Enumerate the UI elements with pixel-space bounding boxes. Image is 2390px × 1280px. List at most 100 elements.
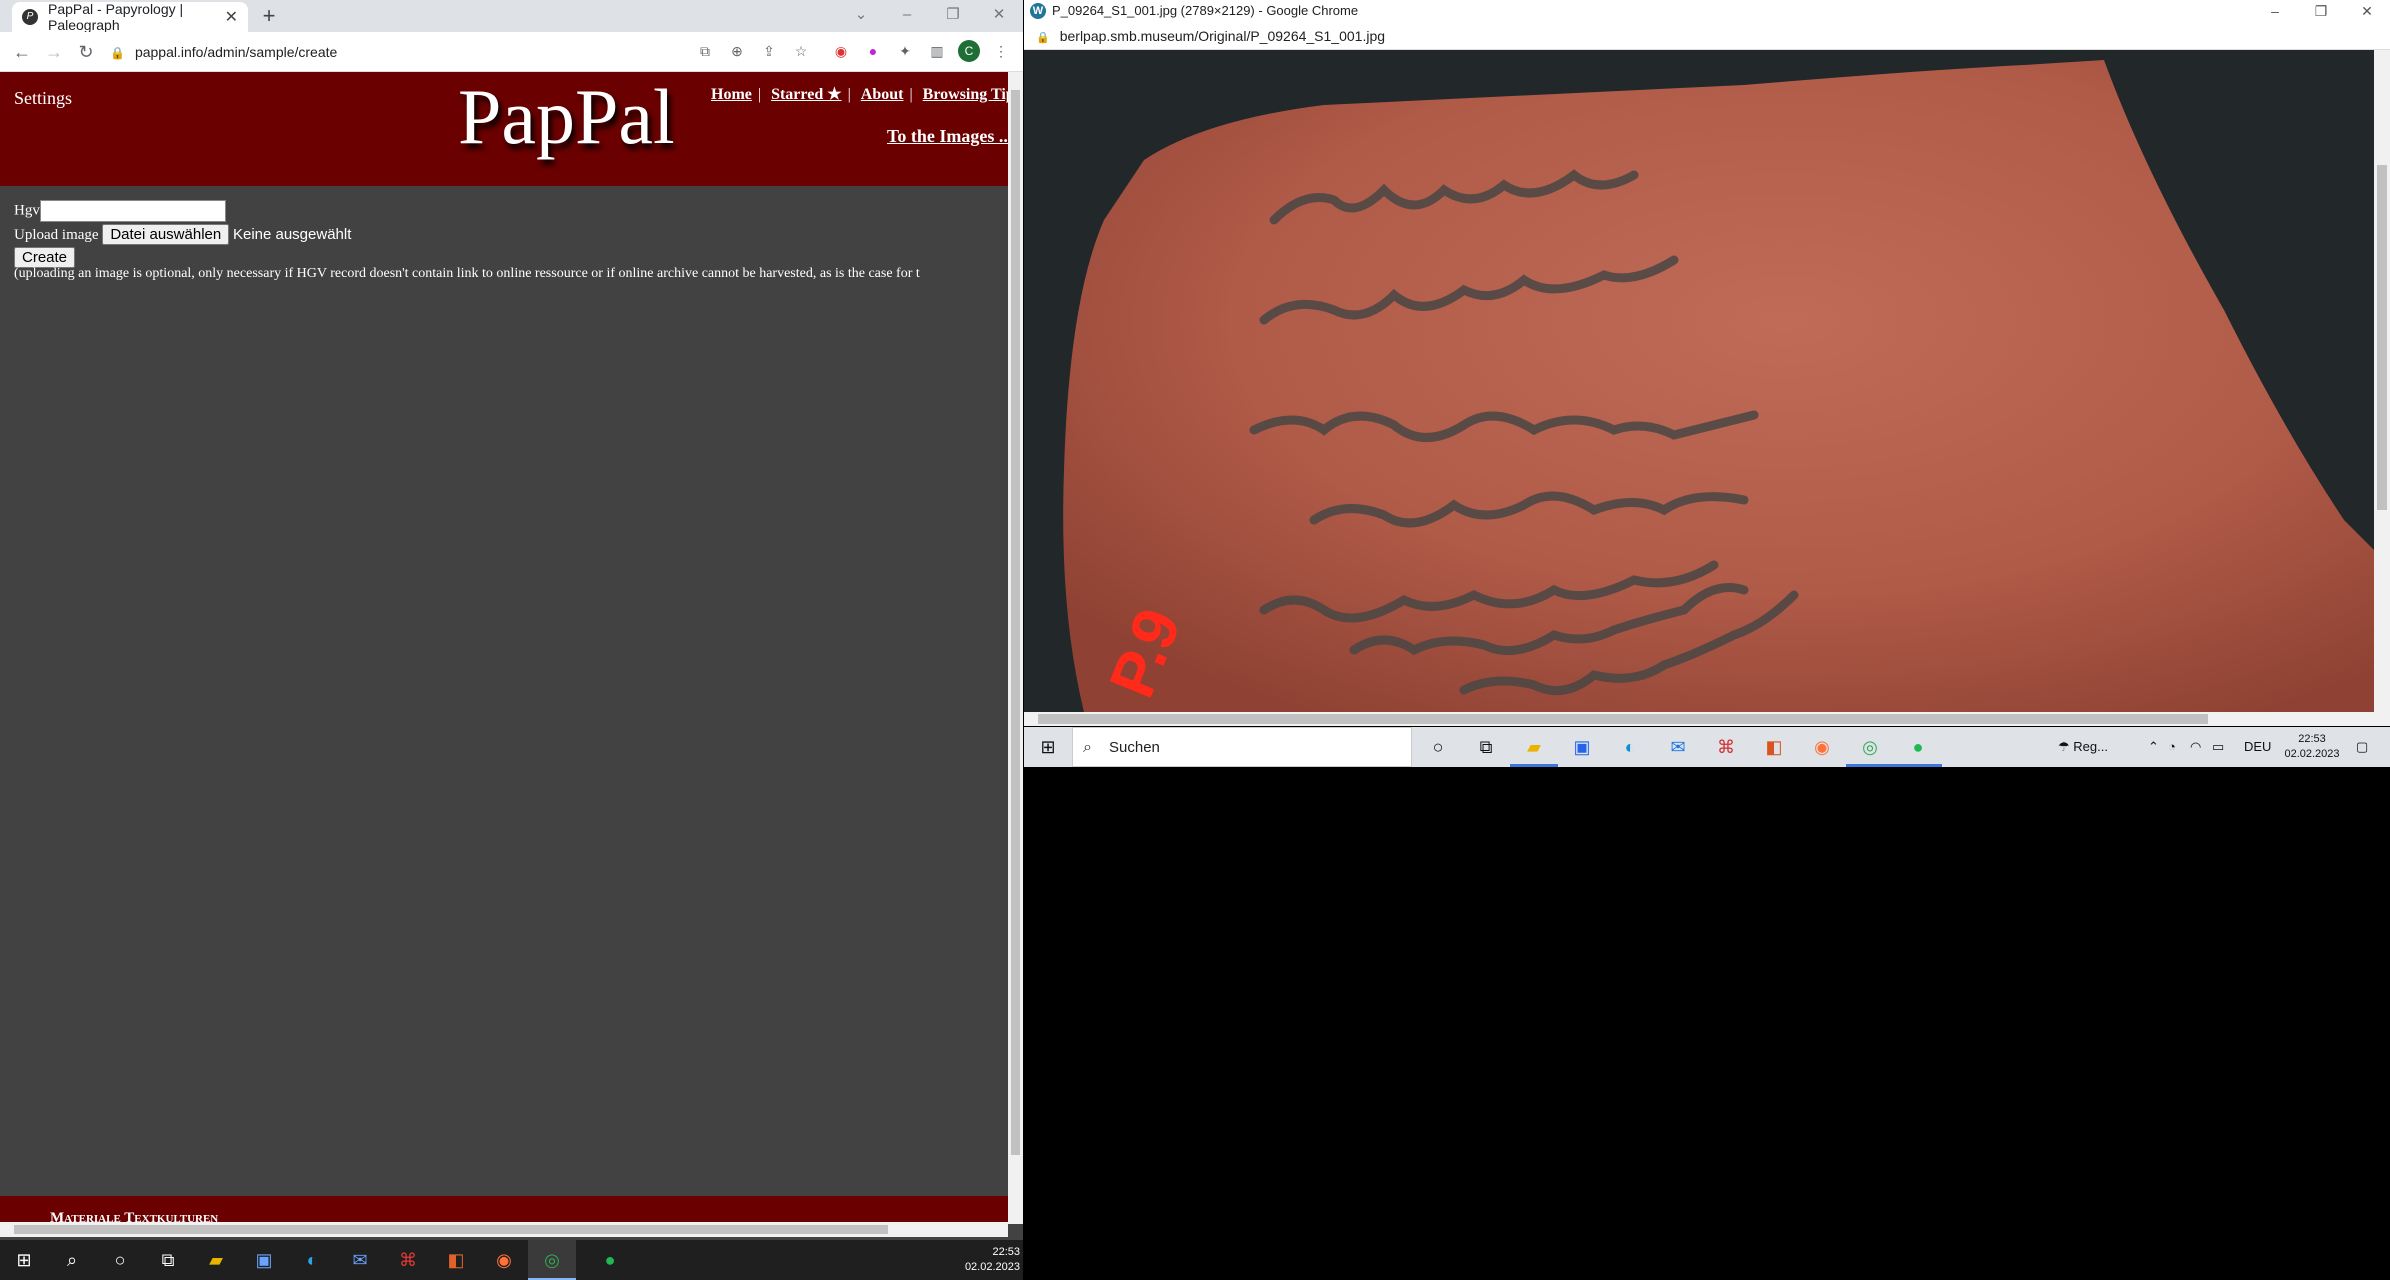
edge-icon[interactable]: ◐ (1606, 727, 1654, 767)
right-clock-date: 02.02.2023 (2284, 748, 2340, 760)
tab-strip: P PapPal - Papyrology | Paleograph ✕ + ⌄… (0, 0, 1023, 33)
taskbar-search-box[interactable]: ⌕ Suchen (1072, 727, 1412, 767)
tab-title: PapPal - Papyrology | Paleograph (48, 1, 184, 33)
firefox-icon[interactable]: ◉ (1798, 727, 1846, 767)
tab-pappal[interactable]: P PapPal - Papyrology | Paleograph ✕ (12, 1, 248, 33)
hgv-input[interactable] (39, 200, 226, 222)
forward-icon[interactable]: → (40, 38, 68, 66)
pappal-logo[interactable]: PapPal (458, 72, 675, 162)
bottom-task-view-icon[interactable]: ⧉ (144, 1240, 192, 1280)
menu-home[interactable]: Home (711, 86, 752, 103)
bottom-spotify-icon[interactable]: ● (586, 1240, 634, 1280)
new-tab-button[interactable]: + (256, 4, 282, 30)
right-taskbar: ⊞ ⌕ Suchen ○ ⧉ ▰ ▣ ◐ ✉ ⌘ ◧ ◉ ◎ ● ☂ Reg...… (1024, 727, 2390, 767)
zoom-icon[interactable]: ⊕ (726, 40, 748, 62)
bottom-acrobat-icon[interactable]: ⌘ (384, 1240, 432, 1280)
to-the-images-link[interactable]: To the Images ... (887, 126, 1012, 147)
menu-dots-icon[interactable]: ⋮ (990, 40, 1012, 62)
right-vertical-scroll-thumb[interactable] (2377, 165, 2387, 510)
back-icon[interactable]: ← (8, 38, 36, 66)
spotify-icon[interactable]: ● (1894, 727, 1942, 767)
site-header: Settings PapPal Home | Starred ★ | About | … (0, 72, 1021, 186)
bottom-taskbar: ⊞ ⌕ ○ ⧉ ▰ ▣ ◐ ✉ ⌘ ◧ ◉ ◎ ● 22:53 02.02.20… (0, 1240, 1023, 1280)
bottom-file-explorer-icon[interactable]: ▰ (192, 1240, 240, 1280)
bottom-store-icon[interactable]: ▣ (240, 1240, 288, 1280)
settings-link[interactable]: Settings (14, 88, 72, 109)
bottom-search-icon[interactable]: ⌕ (48, 1240, 96, 1280)
tab-search-icon[interactable]: ⌄ (838, 0, 884, 32)
menu-about[interactable]: About (861, 86, 904, 103)
minimize-icon[interactable]: – (884, 0, 930, 32)
right-lock-icon: 🔒 (1036, 32, 1050, 44)
cortana-icon[interactable]: ○ (1414, 727, 1462, 767)
extension-purple-icon[interactable]: ● (862, 40, 884, 62)
bottom-powerpoint-icon[interactable]: ◧ (432, 1240, 480, 1280)
share-icon[interactable]: ⇪ (758, 40, 780, 62)
right-title-bar: W P_09264_S1_001.jpg (2789×2129) - Googl… (1024, 0, 2390, 22)
file-status: Keine ausgewählt (232, 226, 352, 243)
left-browser-window: P PapPal - Papyrology | Paleograph ✕ + ⌄… (0, 0, 1023, 1240)
hgv-label: Hgv (14, 202, 40, 219)
right-url-text: berlpap.smb.museum/Original/P_09264_S1_0… (1059, 28, 1386, 44)
bottom-cortana-icon[interactable]: ○ (96, 1240, 144, 1280)
right-address-bar[interactable]: 🔒 berlpap.smb.museum/Original/P_09264_S1_… (1024, 22, 2390, 50)
extension-red-icon[interactable]: ◉ (830, 40, 852, 62)
language-indicator[interactable]: DEU (2244, 727, 2271, 767)
right-clock[interactable]: 22:53 02.02.2023 (2272, 732, 2352, 762)
right-close-icon[interactable]: ✕ (2344, 0, 2390, 22)
address-bar[interactable]: 🔒 pappal.info/admin/sample/create (110, 38, 720, 66)
notification-icon[interactable]: ▢ (2356, 727, 2368, 767)
right-clock-time: 22:53 (2298, 733, 2326, 745)
battery-icon[interactable]: ▭ (2212, 727, 2224, 767)
menu-browsing-tips[interactable]: Browsing Tips (923, 86, 1021, 103)
wordpress-favicon-icon: W (1030, 3, 1046, 19)
bottom-chrome-icon[interactable]: ◎ (528, 1240, 576, 1280)
extensions-puzzle-icon[interactable]: ✦ (894, 40, 916, 62)
powerpoint-icon[interactable]: ◧ (1750, 727, 1798, 767)
right-restore-icon[interactable]: ❐ (2298, 0, 2344, 22)
side-panel-icon[interactable]: ▥ (926, 40, 948, 62)
close-window-icon[interactable]: ✕ (976, 0, 1022, 32)
menu-starred[interactable]: Starred ★ (771, 86, 841, 103)
bottom-clock[interactable]: 22:53 02.02.2023 (945, 1245, 1020, 1275)
horizontal-scroll-thumb[interactable] (14, 1225, 888, 1234)
right-minimize-icon[interactable]: – (2252, 0, 2298, 22)
chrome-icon[interactable]: ◎ (1846, 727, 1894, 767)
weather-text: Reg... (2073, 739, 2108, 754)
pappal-favicon-icon: P (22, 9, 38, 25)
profile-avatar[interactable]: C (958, 40, 980, 62)
bottom-start-windows-icon[interactable]: ⊞ (0, 1240, 48, 1280)
bookmark-star-icon[interactable]: ☆ (790, 40, 812, 62)
acrobat-icon[interactable]: ⌘ (1702, 727, 1750, 767)
file-explorer-icon[interactable]: ▰ (1510, 727, 1558, 767)
tray-chevron-icon[interactable]: ⌃ (2148, 727, 2159, 767)
right-browser-window: W P_09264_S1_001.jpg (2789×2129) - Googl… (1024, 0, 2390, 726)
bottom-clock-time: 22:53 (992, 1246, 1020, 1258)
right-window-title: P_09264_S1_001.jpg (2789×2129) - Google … (1052, 3, 1359, 18)
reload-icon[interactable]: ↻ (72, 38, 100, 66)
bottom-clock-date: 02.02.2023 (964, 1261, 1020, 1273)
choose-file-button[interactable]: Datei auswählen (102, 224, 230, 245)
restore-icon[interactable]: ❐ (930, 0, 976, 32)
search-icon: ⌕ (1083, 739, 1092, 756)
create-button[interactable]: Create (14, 247, 76, 268)
bottom-edge-icon[interactable]: ◐ (288, 1240, 336, 1280)
url-text: pappal.info/admin/sample/create (134, 44, 338, 60)
bottom-mail-icon[interactable]: ✉ (336, 1240, 384, 1280)
start-windows-icon[interactable]: ⊞ (1024, 727, 1072, 767)
network-icon[interactable]: ◔ (2168, 727, 2176, 767)
weather-widget[interactable]: ☂ Reg... (2058, 727, 2108, 767)
ostracon-photo: P.9 (1024, 50, 2374, 712)
bottom-firefox-icon[interactable]: ◉ (480, 1240, 528, 1280)
task-view-icon[interactable]: ⧉ (1462, 727, 1510, 767)
search-text: Suchen (1109, 739, 1160, 756)
mail-icon[interactable]: ✉ (1654, 727, 1702, 767)
store-icon[interactable]: ▣ (1558, 727, 1606, 767)
vertical-scroll-thumb[interactable] (1011, 90, 1020, 1155)
translate-icon[interactable]: ⧉ (694, 40, 716, 62)
lock-icon: 🔒 (110, 46, 125, 60)
wifi-icon[interactable]: ◠ (2190, 727, 2201, 767)
right-horizontal-scroll-thumb[interactable] (1038, 714, 2208, 724)
browser-toolbar: ← → ↻ 🔒 pappal.info/admin/sample/create ⧉… (0, 32, 1023, 72)
close-tab-icon[interactable]: ✕ (225, 7, 238, 27)
